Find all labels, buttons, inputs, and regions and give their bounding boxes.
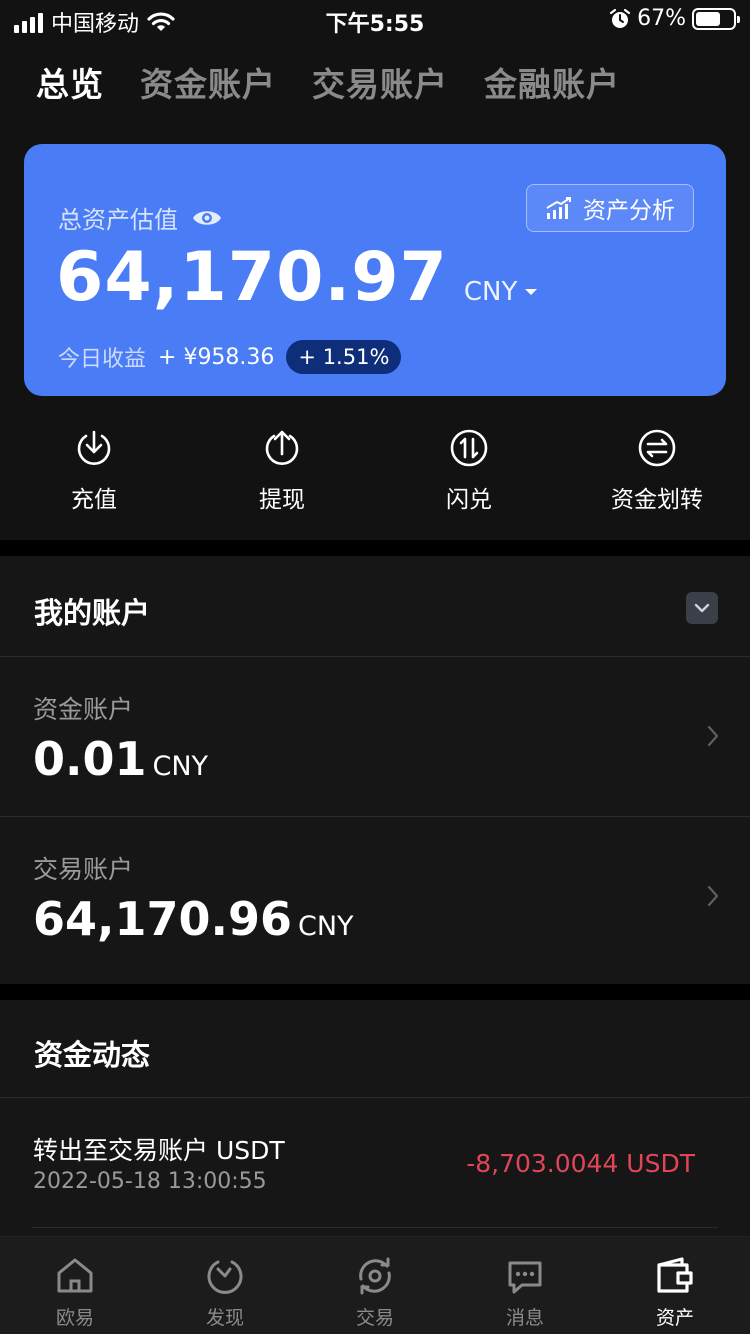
tab-trading-account[interactable]: 交易账户 xyxy=(312,58,448,106)
fund-flow-item-time: 2022-05-18 13:00:55 xyxy=(33,1169,267,1194)
eye-icon[interactable] xyxy=(192,208,222,228)
account-label: 交易账户 xyxy=(33,855,134,884)
tab-overview[interactable]: 总览 xyxy=(36,58,104,106)
total-asset-label-row: 总资产估值 xyxy=(58,200,222,235)
tab-fund-account[interactable]: 资金账户 xyxy=(140,58,276,106)
deposit-button[interactable]: 充值 xyxy=(24,428,164,514)
deposit-icon xyxy=(77,430,111,465)
total-asset-amount-row: 64,170.97 CNY xyxy=(56,238,538,317)
nav-label: 交易 xyxy=(355,1307,394,1329)
alarm-icon xyxy=(609,8,631,28)
nav-item-assets[interactable]: 资产 xyxy=(600,1237,750,1334)
today-income-percent-badge: + 1.51% xyxy=(286,340,402,374)
my-accounts-section: 我的账户 资金账户 0.01 CNY 交易账户 64,170.96 CNY xyxy=(0,556,750,984)
total-asset-amount: 64,170.97 xyxy=(56,238,448,317)
section-separator xyxy=(0,984,750,1000)
swap-button[interactable]: 闪兑 xyxy=(399,428,539,514)
asset-analysis-label: 资产分析 xyxy=(583,198,675,224)
nav-label: 欧易 xyxy=(55,1307,94,1329)
withdraw-button[interactable]: 提现 xyxy=(212,428,352,514)
account-amount: 64,170.96 xyxy=(33,892,292,946)
account-value: 0.01 CNY xyxy=(33,732,208,786)
fund-flow-item[interactable]: 转出至交易账户 USDT 2022-05-18 13:00:55 -8,703.… xyxy=(0,1097,750,1227)
transfer-label: 资金划转 xyxy=(611,487,703,513)
trade-icon xyxy=(359,1257,391,1295)
currency-selector[interactable]: CNY xyxy=(464,277,538,307)
withdraw-label: 提现 xyxy=(259,487,305,513)
quick-actions: 充值 提现 闪兑 资金划转 xyxy=(0,428,750,518)
collapse-button[interactable] xyxy=(686,592,718,624)
deposit-label: 充值 xyxy=(71,487,117,513)
battery-fill xyxy=(696,11,721,26)
fund-flow-item-amount: -8,703.0044 USDT xyxy=(466,1149,695,1178)
battery-icon xyxy=(692,7,740,30)
account-row-fund[interactable]: 资金账户 0.01 CNY xyxy=(0,656,750,816)
total-asset-label: 总资产估值 xyxy=(58,206,178,234)
currency-label: CNY xyxy=(463,277,518,307)
account-tabs: 总览 资金账户 交易账户 金融账户 xyxy=(36,58,620,106)
swap-label: 闪兑 xyxy=(446,487,492,513)
chevron-right-icon xyxy=(707,885,719,907)
today-income-row: 今日收益 + ¥958.36 + 1.51% xyxy=(58,340,402,374)
fund-flow-section: 资金动态 转出至交易账户 USDT 2022-05-18 13:00:55 -8… xyxy=(0,1000,750,1236)
asset-analysis-button[interactable]: 资产分析 xyxy=(526,184,694,232)
account-value: 64,170.96 CNY xyxy=(33,892,354,946)
home-icon xyxy=(57,1258,93,1293)
status-bar-right: 67% xyxy=(609,6,740,31)
account-label: 资金账户 xyxy=(33,695,134,724)
discover-icon xyxy=(207,1260,243,1294)
chevron-right-icon xyxy=(707,725,719,747)
today-income-label: 今日收益 xyxy=(58,347,147,372)
nav-item-discover[interactable]: 发现 xyxy=(150,1237,300,1334)
section-separator xyxy=(0,540,750,556)
tab-finance-account[interactable]: 金融账户 xyxy=(484,58,620,106)
bottom-nav: 欧易 发现 交易 消息 资产 xyxy=(0,1236,750,1334)
divider xyxy=(32,1227,718,1228)
status-bar: 中国移动 下午5:55 67% xyxy=(0,0,750,40)
nav-label: 发现 xyxy=(205,1307,244,1329)
wallet-icon xyxy=(657,1257,693,1293)
transfer-icon xyxy=(638,429,676,467)
withdraw-icon xyxy=(265,430,299,465)
total-asset-card: 总资产估值 资产分析 64,170.97 CNY 今日收益 + ¥958.36 … xyxy=(24,144,726,396)
chevron-down-icon xyxy=(694,603,710,613)
transfer-button[interactable]: 资金划转 xyxy=(587,428,727,514)
account-row-trading[interactable]: 交易账户 64,170.96 CNY xyxy=(0,816,750,976)
today-income-value: + ¥958.36 xyxy=(158,344,275,370)
fund-flow-title: 资金动态 xyxy=(34,1038,151,1072)
nav-label: 资产 xyxy=(655,1307,694,1329)
nav-item-messages[interactable]: 消息 xyxy=(450,1237,600,1334)
account-unit: CNY xyxy=(152,751,209,782)
nav-item-trade[interactable]: 交易 xyxy=(300,1237,450,1334)
battery-percent: 67% xyxy=(637,6,686,31)
message-icon xyxy=(508,1261,542,1294)
account-amount: 0.01 xyxy=(33,732,147,786)
account-unit: CNY xyxy=(298,911,354,942)
fund-flow-item-title: 转出至交易账户 USDT xyxy=(33,1136,285,1165)
swap-icon xyxy=(450,429,488,467)
caret-down-icon xyxy=(525,289,538,295)
trend-chart-icon xyxy=(546,197,571,219)
nav-item-home[interactable]: 欧易 xyxy=(0,1237,150,1334)
nav-label: 消息 xyxy=(505,1307,544,1329)
my-accounts-title: 我的账户 xyxy=(34,596,151,630)
